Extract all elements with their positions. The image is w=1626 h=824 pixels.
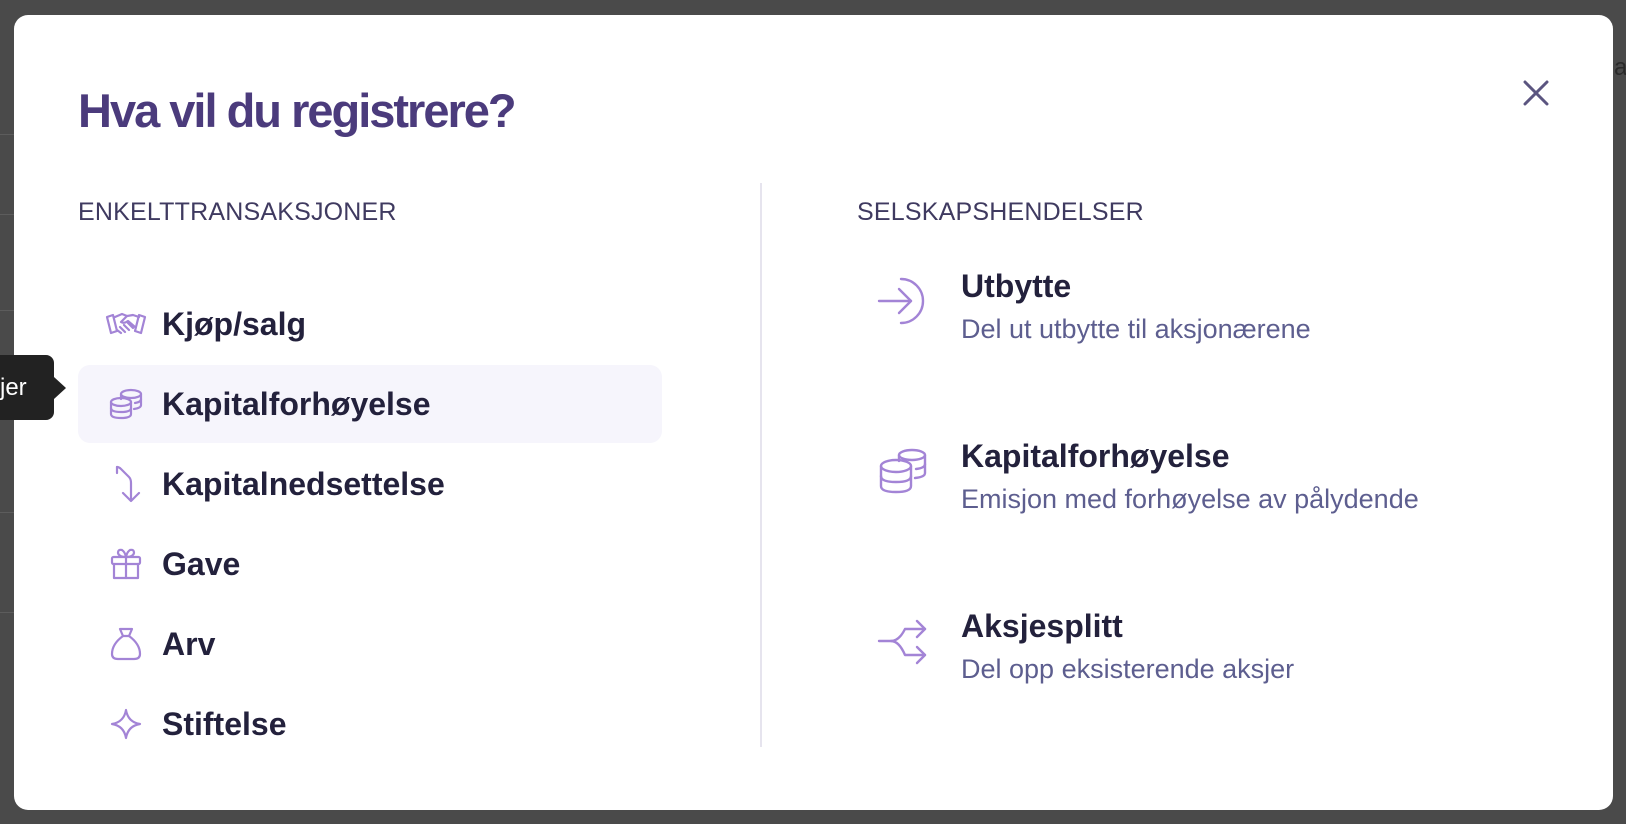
event-title: Kapitalforhøyelse (961, 438, 1230, 474)
option-stiftelse[interactable]: Stiftelse (78, 685, 662, 763)
background-divider (0, 134, 14, 135)
event-utbytte[interactable]: Utbytte Del ut utbytte til aksjonærene (864, 266, 1544, 386)
background-divider (0, 310, 14, 311)
background-text: a (1614, 54, 1626, 81)
option-label: Stiftelse (162, 706, 287, 742)
single-transaction-list: Kjøp/salg Kapitalforhøyelse Kapitalnedse… (78, 285, 662, 765)
option-kapitalforhoyelse[interactable]: Kapitalforhøyelse (78, 365, 662, 443)
option-kapitalnedsettelse[interactable]: Kapitalnedsettelse (78, 445, 662, 523)
event-aksjesplitt[interactable]: Aksjesplitt Del opp eksisterende aksjer (864, 606, 1544, 726)
option-gave[interactable]: Gave (78, 525, 662, 603)
arrow-turn-down-icon (104, 462, 148, 506)
close-button[interactable] (1514, 71, 1558, 115)
sparkle-icon (104, 702, 148, 746)
event-title: Aksjesplitt (961, 608, 1123, 644)
option-label: Kapitalnedsettelse (162, 466, 445, 502)
gift-icon (104, 542, 148, 586)
section-divider (760, 183, 762, 747)
section-heading-company-events: SELSKAPSHENDELSER (857, 198, 1144, 226)
tooltip-arrow (54, 377, 66, 399)
coins-stack-icon (874, 442, 932, 500)
option-arv[interactable]: Arv (78, 605, 662, 683)
option-label: Arv (162, 626, 216, 662)
arrow-right-to-arc-icon (874, 272, 932, 330)
event-kapitalforhoyelse[interactable]: Kapitalforhøyelse Emisjon med forhøyelse… (864, 436, 1544, 556)
option-label: Gave (162, 546, 241, 582)
event-title: Utbytte (961, 268, 1072, 304)
money-bag-icon (104, 622, 148, 666)
register-modal: Hva vil du registrere? ENKELTTRANSAKSJON… (14, 15, 1613, 810)
option-label: Kjøp/salg (162, 306, 307, 342)
coins-icon (104, 382, 148, 426)
background-divider (0, 512, 14, 513)
tooltip-text: jer (0, 373, 27, 401)
background-divider (0, 214, 14, 215)
background-divider (0, 612, 14, 613)
event-description: Emisjon med forhøyelse av pålydende (961, 484, 1419, 514)
close-icon (1523, 80, 1549, 106)
option-label: Kapitalforhøyelse (162, 386, 431, 422)
event-description: Del ut utbytte til aksjonærene (961, 314, 1311, 344)
section-heading-single-transactions: ENKELTTRANSAKSJONER (78, 198, 397, 226)
split-arrows-icon (874, 612, 932, 670)
handshake-icon (104, 302, 148, 346)
modal-title: Hva vil du registrere? (78, 84, 517, 137)
event-description: Del opp eksisterende aksjer (961, 654, 1295, 684)
tooltip: jer (0, 355, 54, 420)
option-kjop-salg[interactable]: Kjøp/salg (78, 285, 662, 363)
